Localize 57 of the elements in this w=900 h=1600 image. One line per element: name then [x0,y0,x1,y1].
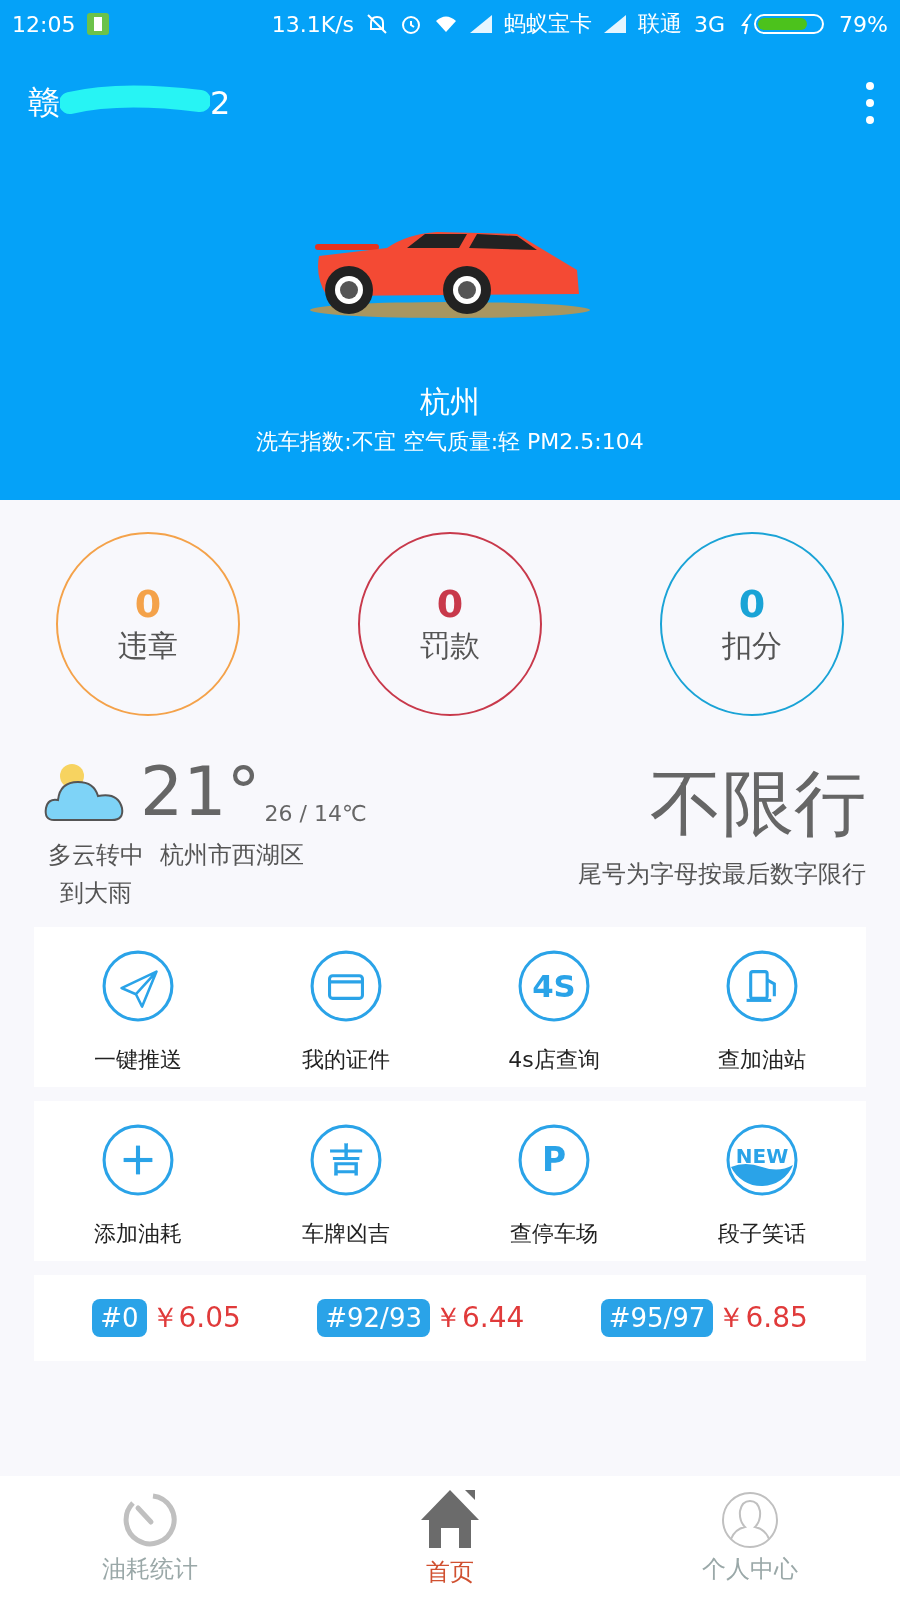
nav-tab[interactable]: 首页 [300,1476,600,1600]
temperature-range: 26 / 14℃ [264,801,367,826]
stat-count: 0 [436,581,464,626]
carrier-name: 蚂蚁宝卡 [504,10,593,38]
shortcut-label[interactable]: 4s店查询 [508,1044,600,1075]
stat-count: 0 [738,581,766,626]
shortcut-label[interactable]: 我的证件 [302,1044,390,1075]
fuel-price: ￥6.85 [717,1299,808,1336]
paper-plane-icon [101,948,175,1023]
shortcut-label[interactable]: 查停车场 [510,1218,598,1249]
stat-circle[interactable]: 0 违章 [56,532,240,716]
gauge-icon [121,1491,179,1549]
mute-icon [366,13,389,35]
shortcut-label[interactable]: 添加油耗 [94,1218,182,1249]
fuel-pump-icon [725,948,799,1023]
fuel-price: ￥6.44 [433,1299,525,1336]
card-icon [309,948,383,1023]
plate-number: 赣 [28,82,60,123]
stat-label: 罚款 [420,626,480,665]
shortcut-label[interactable]: 车牌凶吉 [302,1218,390,1249]
location: 杭州市西湖区 [160,840,304,871]
signal-icon [604,15,627,33]
plate-number: 2 [210,84,231,122]
stat-circle[interactable]: 0 罚款 [358,532,542,716]
restriction-note: 尾号为字母按最后数字限行 [578,859,866,890]
network-type: 3G [694,11,726,37]
alarm-icon [400,13,423,35]
stat-label: 违章 [118,626,178,665]
stat-circle[interactable]: 0 扣分 [660,532,844,716]
plus-icon [101,1122,175,1197]
fuel-grade-tag: #0 [92,1298,147,1337]
carrier-name: 联通 [638,10,683,38]
text-icon: 吉 [309,1122,383,1197]
city-name: 杭州 [419,383,481,421]
car-wash-air-quality: 洗车指数:不宜 空气质量:轻 PM2.5:104 [255,428,645,456]
more-icon[interactable] [864,81,876,125]
fuel-price: ￥6.05 [150,1299,241,1336]
fuel-grade-tag: #95/97 [600,1298,714,1337]
person-icon [721,1491,779,1549]
signal-icon [470,15,493,33]
wifi-icon [434,14,459,34]
weather-description: 多云转中到大雨 [47,840,145,910]
network-speed: 13.1K/s [271,11,355,37]
shortcut-label[interactable]: 查加油站 [718,1044,806,1075]
battery-saver-icon [87,13,110,35]
restriction-status: 不限行 [650,760,866,847]
text-icon: 4S [517,948,591,1023]
shortcut-label[interactable]: 一键推送 [94,1044,182,1075]
temperature: 21° [140,758,261,826]
fuel-grade-tag: #92/93 [317,1298,430,1337]
battery-percent: 79% [839,11,888,37]
new-icon: NEW [725,1122,799,1197]
time: 12:05 [12,11,76,37]
stat-label: 扣分 [722,626,782,665]
shortcut-label[interactable]: 段子笑话 [718,1218,806,1249]
text-icon: P [517,1122,591,1197]
stat-count: 0 [134,581,162,626]
